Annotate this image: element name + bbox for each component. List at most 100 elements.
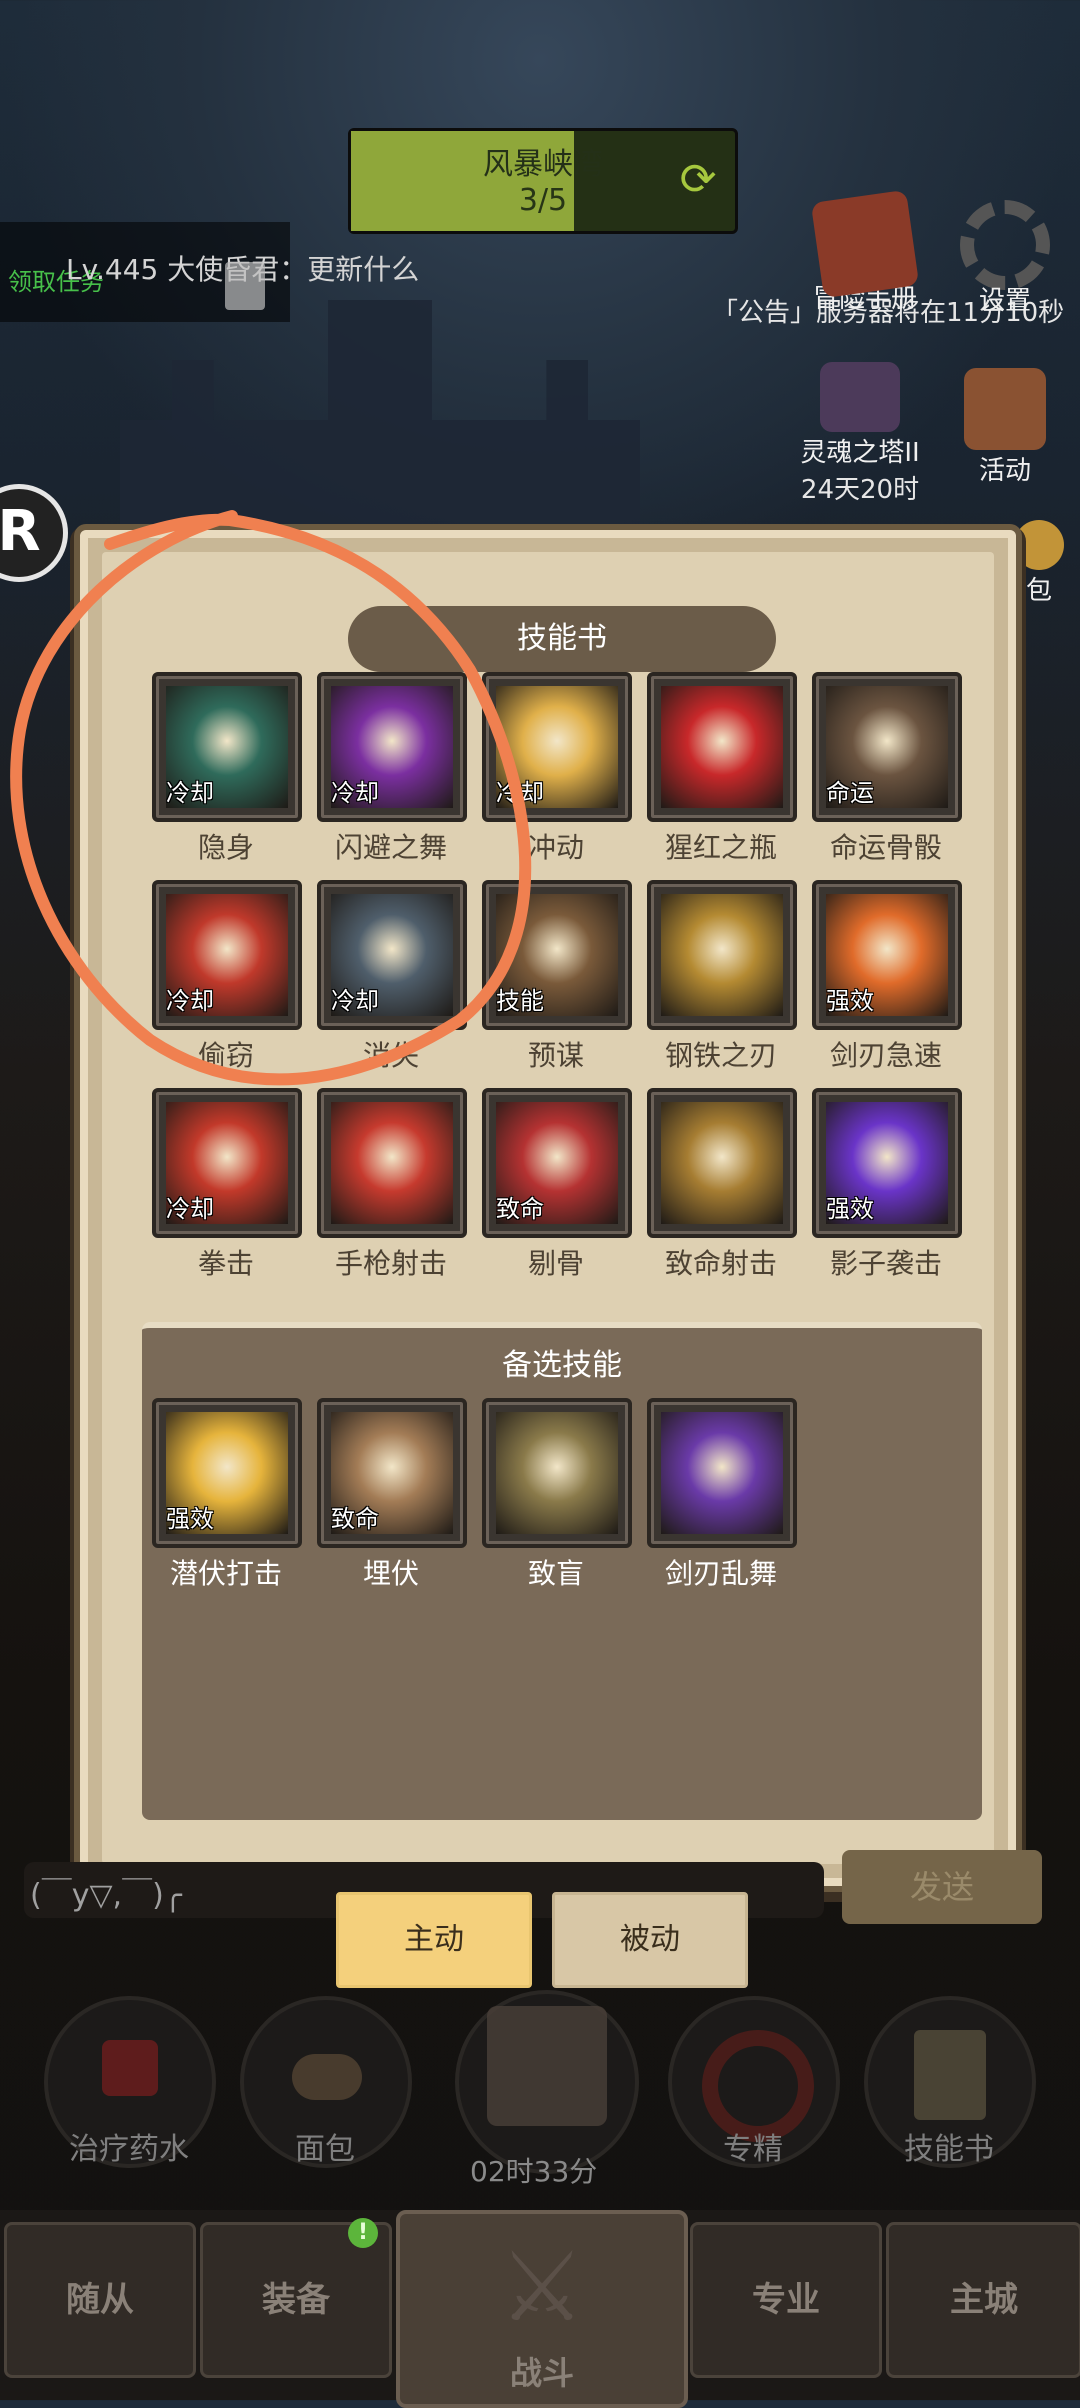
skill-tag: 致命 — [496, 1195, 544, 1223]
treasure-chest-button[interactable] — [455, 1990, 639, 2174]
skill-tag: 强效 — [826, 1195, 874, 1223]
skill-name: 猩红之瓶 — [664, 831, 777, 864]
skill-slot[interactable]: 冷却消失 — [317, 880, 467, 1074]
skill-art — [661, 686, 783, 808]
skill-name: 剔骨 — [527, 1247, 584, 1280]
nav-battle-label: 战斗 — [509, 2354, 574, 2392]
steel-blade-icon — [647, 880, 797, 1030]
skill-name: 剑刃乱舞 — [664, 1557, 777, 1590]
spiral-burst-icon: 冷却 — [482, 672, 632, 822]
adventure-handbook-button[interactable]: 冒险手册 — [800, 189, 930, 315]
dagger-strike-icon: 强效 — [152, 1398, 302, 1548]
red-bag-icon: 冷却 — [152, 880, 302, 1030]
skill-name: 消失 — [362, 1039, 419, 1072]
nav-main-city[interactable]: 主城 — [886, 2222, 1080, 2378]
skill-name: 影子袭击 — [829, 1247, 942, 1280]
crossed-swords-icon: ⚔ — [498, 2231, 586, 2343]
skill-slot[interactable]: 冷却冲动 — [482, 672, 632, 866]
skill-name: 致盲 — [527, 1557, 584, 1590]
skill-slot[interactable]: 强效 剑刃急速 — [812, 880, 962, 1074]
specialization-button[interactable]: 专精 — [668, 1996, 840, 2168]
send-button[interactable]: 发送 — [842, 1850, 1042, 1924]
skill-book-panel: 技能书 冷却 隐身 冷却 闪避之舞 冷却 冲动 猩红之瓶 命运 命运骨骰 冷却 偷窃 冷却 消失 技能 预谋… — [80, 530, 1016, 1886]
tab-passive-skills[interactable]: 被动 — [552, 1892, 748, 1988]
skill-slot[interactable]: 强效 影子袭击 — [812, 1088, 962, 1282]
skill-tag: 冷却 — [166, 987, 214, 1015]
treasure-chest-icon — [455, 1990, 639, 2174]
handbook-icon — [810, 189, 920, 299]
healing-potion-button[interactable]: 治疗药水 — [44, 1996, 216, 2168]
skill-slot[interactable]: 手枪射击 — [317, 1088, 467, 1282]
activity-icon — [964, 368, 1046, 450]
skill-slot[interactable]: 冷却拳击 — [152, 1088, 302, 1282]
skill-tag: 致命 — [331, 1505, 379, 1533]
coin-icon — [1014, 520, 1064, 570]
nav-followers[interactable]: 随从 — [4, 2222, 196, 2378]
skill-book-button[interactable]: 技能书 — [864, 1996, 1036, 2168]
tower-icon — [820, 362, 900, 432]
soul-tower-label: 灵魂之塔II — [800, 438, 920, 468]
activity-button[interactable]: 活动 — [940, 368, 1070, 487]
bone-knife-icon: 致命 — [482, 1088, 632, 1238]
skill-tag: 冷却 — [331, 779, 379, 807]
settings-label: 设置 — [978, 286, 1031, 316]
blade-flurry-icon — [647, 1398, 797, 1548]
panel-title: 技能书 — [517, 621, 607, 656]
skill-name: 拳击 — [197, 1247, 254, 1280]
swift-blade-icon: 强效 — [812, 880, 962, 1030]
skill-slot[interactable]: 钢铁之刃 — [647, 880, 797, 1074]
settings-button[interactable]: 设置 — [940, 200, 1070, 317]
skill-slot[interactable]: 强效 潜伏打击 — [152, 1398, 302, 1592]
skill-tag: 强效 — [826, 987, 874, 1015]
skill-name: 偷窃 — [197, 1039, 254, 1072]
skill-slot[interactable]: 剑刃乱舞 — [647, 1398, 797, 1592]
backup-skills-section: 备选技能 强效 潜伏打击 致命 埋伏 致盲 剑刃乱舞 — [142, 1322, 982, 1820]
healing-potion-label: 治疗药水 — [69, 2132, 189, 2167]
soul-tower-button[interactable]: 灵魂之塔II 24天20时 — [790, 362, 930, 506]
skill-slot[interactable]: 技能 预谋 — [482, 880, 632, 1074]
bone-dice-icon: 命运 — [812, 672, 962, 822]
skill-book-label: 技能书 — [904, 2132, 994, 2167]
nav-battle[interactable]: ⚔ 战斗 — [396, 2210, 688, 2408]
skill-slot[interactable]: 致命剔骨 — [482, 1088, 632, 1282]
grey-rock-icon: 冷却 — [317, 880, 467, 1030]
purple-shadow-icon: 冷却 — [317, 672, 467, 822]
cannon-icon — [647, 1088, 797, 1238]
skill-name: 冲动 — [527, 831, 584, 864]
skill-name: 预谋 — [527, 1039, 584, 1072]
skill-tag: 冷却 — [166, 779, 214, 807]
masked-face-icon: 技能 — [482, 880, 632, 1030]
skill-slot[interactable]: 猩红之瓶 — [647, 672, 797, 866]
specialization-label: 专精 — [723, 2132, 783, 2167]
skill-art — [661, 1102, 783, 1224]
skill-name: 隐身 — [197, 831, 254, 864]
soul-tower-time: 24天20时 — [800, 475, 920, 505]
skill-slot[interactable]: 冷却偷窃 — [152, 880, 302, 1074]
skill-tag: 冷却 — [166, 1195, 214, 1223]
skill-slot[interactable]: 致盲 — [482, 1398, 632, 1592]
skill-tag: 冷却 — [331, 987, 379, 1015]
skill-slot[interactable]: 冷却隐身 — [152, 672, 302, 866]
skill-name: 埋伏 — [362, 1557, 419, 1590]
skill-slot[interactable]: 冷却 闪避之舞 — [317, 672, 467, 866]
skill-slot[interactable]: 致命埋伏 — [317, 1398, 467, 1592]
blind-eye-icon — [482, 1398, 632, 1548]
tab-active-skills[interactable]: 主动 — [336, 1892, 532, 1988]
skill-slot[interactable]: 致命射击 — [647, 1088, 797, 1282]
activity-label: 活动 — [978, 456, 1031, 486]
pistol-shot-icon — [317, 1088, 467, 1238]
refresh-icon[interactable]: ⟳ — [673, 155, 723, 205]
bread-button[interactable]: 面包 — [240, 1996, 412, 2168]
skill-tag: 冷却 — [496, 779, 544, 807]
bread-label: 面包 — [295, 2132, 355, 2167]
skill-art — [331, 1102, 453, 1224]
equipment-notification-badge: ! — [348, 2218, 378, 2248]
skill-name: 钢铁之刃 — [664, 1039, 777, 1072]
chest-timer: 02时33分 — [470, 2155, 598, 2188]
nav-profession[interactable]: 专业 — [690, 2222, 882, 2378]
stage-progress-box[interactable]: 风暴峡湾 3/5 ⟳ — [348, 128, 738, 234]
red-potion-icon — [647, 672, 797, 822]
chat-icon[interactable] — [225, 262, 265, 310]
skill-slot[interactable]: 命运 命运骨骰 — [812, 672, 962, 866]
skill-tag: 强效 — [166, 1505, 214, 1533]
